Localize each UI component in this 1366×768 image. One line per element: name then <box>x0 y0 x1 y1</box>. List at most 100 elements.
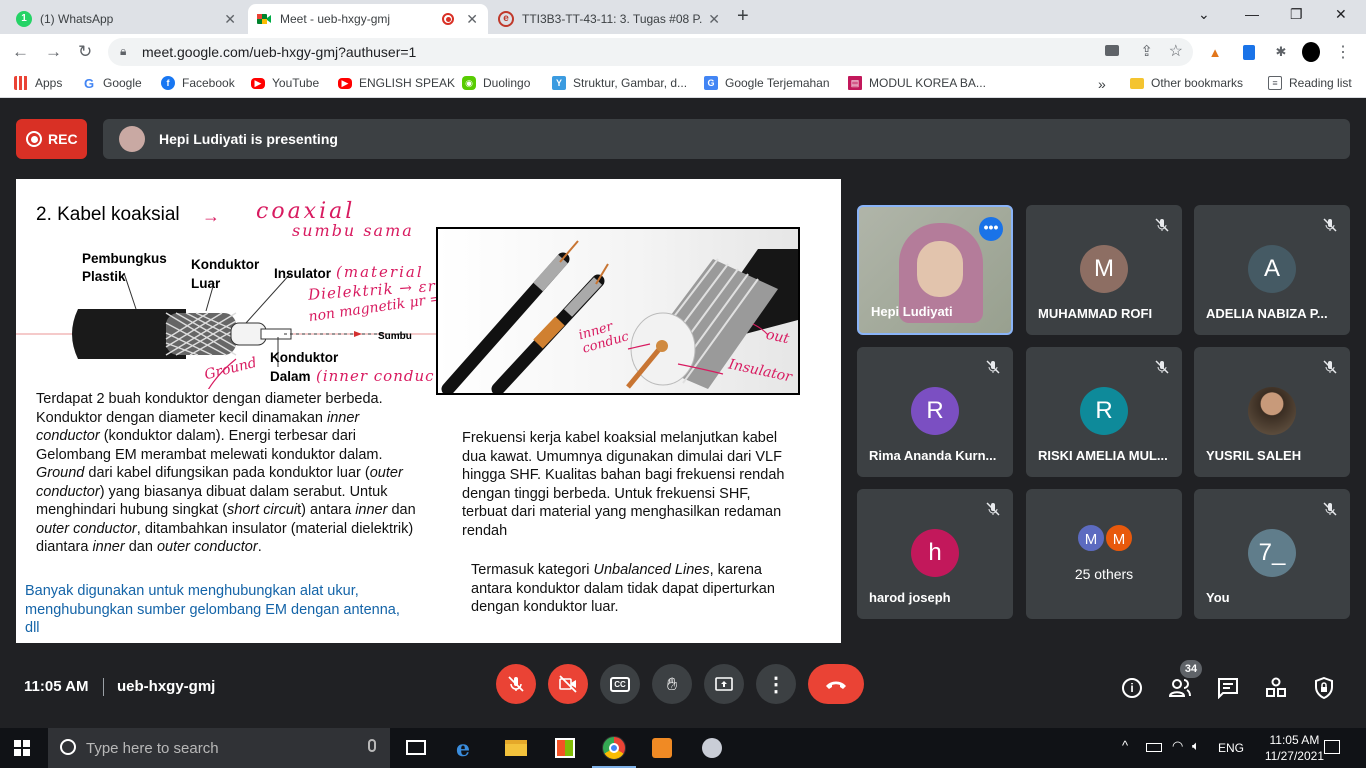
shield-lock-icon <box>1315 677 1333 699</box>
bookmark-label: MODUL KOREA BA... <box>869 76 986 90</box>
more-options-button[interactable]: ⋮ <box>756 664 796 704</box>
bookmark-youtube[interactable]: ▶ YouTube <box>251 76 319 90</box>
raise-hand-button[interactable]: ✋︎ <box>652 664 692 704</box>
battery-icon[interactable] <box>1146 743 1162 752</box>
tab-close-icon[interactable]: ✕ <box>224 11 236 28</box>
youtube-icon: ▶ <box>338 77 352 89</box>
info-icon: i <box>1122 678 1142 698</box>
participant-tile[interactable]: h harod joseph <box>857 489 1013 619</box>
participant-tile[interactable]: A ADELIA NABIZA P... <box>1194 205 1350 335</box>
bookmark-modul-korea[interactable]: ▤ MODUL KOREA BA... <box>848 76 986 90</box>
presenting-banner: Hepi Ludiyati is presenting <box>103 119 1350 159</box>
volume-icon[interactable]: 🔈︎ <box>1192 738 1200 754</box>
bookmark-label: Duolingo <box>483 76 531 90</box>
participant-tile-self[interactable]: 7_ You <box>1194 489 1350 619</box>
language-indicator[interactable]: ENG <box>1218 741 1244 755</box>
present-screen-button[interactable] <box>704 664 744 704</box>
metamask-icon[interactable]: ▲ <box>1206 43 1224 61</box>
fl-studio-icon[interactable] <box>652 738 672 758</box>
presenting-text: Hepi Ludiyati is presenting <box>159 131 338 147</box>
reading-list[interactable]: ≡ Reading list <box>1268 76 1352 90</box>
others-tile[interactable]: M M 25 others <box>1026 489 1182 619</box>
tab-close-icon[interactable]: ✕ <box>466 11 478 28</box>
paragraph-unbalanced: Termasuk kategori Unbalanced Lines, kare… <box>471 561 781 617</box>
participant-avatar: R <box>911 387 959 435</box>
captions-button[interactable]: CC <box>600 664 640 704</box>
more-bookmarks-icon[interactable]: » <box>1098 76 1106 92</box>
tab-elearning[interactable]: e TTI3B3-TT-43-11: 3. Tugas #08 P... ✕ <box>490 4 730 34</box>
omnibox[interactable]: 🔒︎ meet.google.com/ueb-hxgy-gmj?authuser… <box>108 38 1193 66</box>
restore-icon[interactable]: ❐ <box>1290 6 1303 23</box>
leave-call-button[interactable] <box>808 664 864 704</box>
chat-button[interactable] <box>1216 676 1240 700</box>
windows-start-icon[interactable] <box>14 740 30 756</box>
annotation-sumbu-sama: sumbu sama <box>292 221 414 240</box>
participant-name: You <box>1206 590 1230 605</box>
bookmark-translate[interactable]: G Google Terjemahan <box>704 76 830 90</box>
participant-tile[interactable]: R Rima Ananda Kurn... <box>857 347 1013 477</box>
recording-badge[interactable]: REC <box>16 119 87 159</box>
chrome-menu-icon[interactable]: ⋮ <box>1334 43 1352 61</box>
wifi-icon[interactable]: ◠ <box>1172 738 1183 754</box>
tab-meet[interactable]: Meet - ueb-hxgy-gmj ✕ <box>248 4 488 34</box>
show-hidden-icons[interactable]: ^ <box>1122 738 1128 753</box>
text-run-italic: Ground <box>36 465 85 481</box>
meeting-time: 11:05 AM <box>24 678 89 695</box>
participant-name: ADELIA NABIZA P... <box>1206 306 1328 321</box>
participant-tile[interactable]: ••• Hepi Ludiyati <box>857 205 1013 335</box>
bookmark-english-speak[interactable]: ▶ ENGLISH SPEAK <box>338 76 455 90</box>
store-icon[interactable] <box>555 738 575 758</box>
people-button[interactable] <box>1168 676 1192 700</box>
tab-close-icon[interactable]: ✕ <box>708 11 720 28</box>
mic-toggle-button[interactable] <box>496 664 536 704</box>
tab-search-chevron-icon[interactable]: ⌄ <box>1198 6 1210 23</box>
task-view-icon[interactable] <box>406 740 426 755</box>
host-controls-button[interactable] <box>1312 676 1336 700</box>
system-clock[interactable]: 11:05 AM 11/27/2021 <box>1265 732 1324 764</box>
new-tab-icon[interactable]: + <box>737 5 749 28</box>
bookmark-label: Google Terjemahan <box>725 76 830 90</box>
forward-icon[interactable]: → <box>45 42 62 62</box>
lock-icon: 🔒︎ <box>120 44 127 58</box>
bookmark-google[interactable]: G Google <box>82 75 142 91</box>
chrome-icon[interactable] <box>602 736 626 760</box>
tab-whatsapp[interactable]: 1 (1) WhatsApp ✕ <box>8 4 246 34</box>
bookmark-star-icon[interactable]: ☆ <box>1169 41 1183 61</box>
apps-grid-icon <box>14 76 28 90</box>
meeting-details-button[interactable]: i <box>1120 676 1144 700</box>
camera-blocked-icon[interactable] <box>1105 45 1119 56</box>
bookmark-duolingo[interactable]: ◉ Duolingo <box>462 76 530 90</box>
activities-button[interactable] <box>1264 676 1288 700</box>
extensions-puzzle-icon[interactable]: ✱ <box>1272 43 1290 61</box>
participant-tile[interactable]: YUSRIL SALEH <box>1194 347 1350 477</box>
file-explorer-icon[interactable] <box>505 740 527 756</box>
reload-icon[interactable]: ↻ <box>78 42 92 62</box>
bookmark-apps[interactable]: Apps <box>14 76 62 90</box>
participant-tile[interactable]: M MUHAMMAD ROFI <box>1026 205 1182 335</box>
profile-avatar[interactable] <box>1302 42 1320 62</box>
close-window-icon[interactable]: ✕ <box>1335 6 1347 23</box>
other-bookmarks[interactable]: Other bookmarks <box>1130 76 1243 90</box>
text-run-italic: outer conductor <box>36 520 137 537</box>
participant-name: YUSRIL SALEH <box>1206 448 1302 463</box>
back-icon[interactable]: ← <box>12 42 29 62</box>
text-run-italic: inner <box>92 539 125 555</box>
app-icon[interactable] <box>702 738 722 758</box>
more-options-icon[interactable]: ••• <box>979 217 1003 241</box>
chat-icon <box>1218 678 1238 699</box>
notifications-icon[interactable] <box>1324 740 1340 754</box>
minimize-icon[interactable]: — <box>1245 6 1259 22</box>
bookmark-facebook[interactable]: f Facebook <box>161 76 235 90</box>
bookmarks-bar: Apps G Google f Facebook ▶ YouTube ▶ ENG… <box>0 70 1366 98</box>
participant-tile[interactable]: R RISKI AMELIA MUL... <box>1026 347 1182 477</box>
participant-avatar: R <box>1080 387 1128 435</box>
bookmark-struktur[interactable]: Y Struktur, Gambar, d... <box>552 76 687 90</box>
camera-toggle-button[interactable] <box>548 664 588 704</box>
extension-doc-icon[interactable] <box>1240 43 1258 61</box>
microphone-icon[interactable] <box>368 739 376 752</box>
edge-icon[interactable]: e <box>456 736 470 762</box>
google-icon: G <box>83 75 95 91</box>
share-icon[interactable]: ⇪ <box>1140 42 1153 60</box>
camera-off-icon <box>559 675 577 693</box>
taskbar-search[interactable]: Type here to search <box>48 728 390 768</box>
